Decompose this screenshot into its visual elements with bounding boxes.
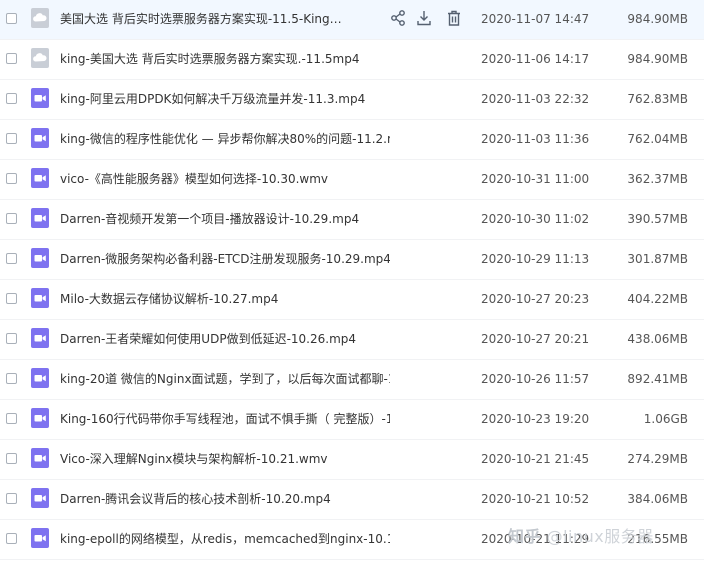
file-row[interactable]: Darren-微服务架构必备利器-ETCD注册发现服务-10.29.mp4 202…: [0, 240, 704, 280]
file-row[interactable]: king-微信的程序性能优化 — 异步帮你解决80%的问题-11.2.mp4 20…: [0, 120, 704, 160]
file-date: 2020-10-21 21:45: [481, 452, 590, 466]
file-row[interactable]: Milo-大数据云存储协议解析-10.27.mp4 2020-10-27 20:2…: [0, 280, 704, 320]
delete-icon[interactable]: [444, 7, 464, 29]
row-checkbox[interactable]: [6, 93, 17, 104]
row-checkbox[interactable]: [6, 173, 17, 184]
file-name[interactable]: king-20道 微信的Nginx面试题，学到了，以后每次面试都聊-10.24.…: [60, 371, 390, 387]
file-date: 2020-10-27 20:23: [481, 292, 590, 306]
file-size: 984.90MB: [627, 12, 688, 26]
file-row[interactable]: 美国大选 背后实时选票服务器方案实现-11.5-Kingm... 2020-11-…: [0, 0, 704, 40]
file-row[interactable]: king-20道 微信的Nginx面试题，学到了，以后每次面试都聊-10.24.…: [0, 360, 704, 400]
file-date: 2020-10-29 11:13: [481, 252, 590, 266]
video-file-icon: [31, 208, 49, 228]
file-row[interactable]: king-美国大选 背后实时选票服务器方案实现.-11.5mp4 2020-11-…: [0, 40, 704, 80]
file-date: 2020-11-06 14:17: [481, 52, 590, 66]
file-row[interactable]: vico-《高性能服务器》模型如何选择-10.30.wmv 2020-10-31 …: [0, 160, 704, 200]
video-file-icon: [31, 408, 49, 428]
file-date: 2020-11-03 22:32: [481, 92, 590, 106]
row-checkbox[interactable]: [6, 293, 17, 304]
row-checkbox[interactable]: [6, 373, 17, 384]
file-name[interactable]: Darren-王者荣耀如何使用UDP做到低延迟-10.26.mp4: [60, 331, 390, 347]
file-list: 美国大选 背后实时选票服务器方案实现-11.5-Kingm... 2020-11-…: [0, 0, 704, 560]
file-date: 2020-10-23 19:20: [481, 412, 590, 426]
file-name[interactable]: Darren-音视频开发第一个项目-播放器设计-10.29.mp4: [60, 211, 390, 227]
file-row[interactable]: Darren-音视频开发第一个项目-播放器设计-10.29.mp4 2020-10…: [0, 200, 704, 240]
file-row[interactable]: King-160行代码带你手写线程池，面试不惧手撕（ 完整版）-10.22.mp…: [0, 400, 704, 440]
share-icon[interactable]: [388, 7, 408, 29]
file-name[interactable]: Vico-深入理解Nginx模块与架构解析-10.21.wmv: [60, 451, 390, 467]
file-date: 2020-11-07 14:47: [481, 12, 590, 26]
cloud-file-icon: [31, 8, 49, 28]
watermark-text: @linux服务器: [546, 527, 654, 546]
cloud-file-icon: [31, 48, 49, 68]
video-file-icon: [31, 448, 49, 468]
watermark-logo: 知乎: [508, 527, 542, 546]
file-size: 301.87MB: [627, 252, 688, 266]
file-name[interactable]: King-160行代码带你手写线程池，面试不惧手撕（ 完整版）-10.22.mp…: [60, 411, 390, 427]
video-file-icon: [31, 328, 49, 348]
file-size: 384.06MB: [627, 492, 688, 506]
row-checkbox[interactable]: [6, 493, 17, 504]
file-date: 2020-10-27 20:21: [481, 332, 590, 346]
file-size: 1.06GB: [643, 412, 688, 426]
row-checkbox[interactable]: [6, 253, 17, 264]
row-checkbox[interactable]: [6, 53, 17, 64]
file-name[interactable]: Darren-微服务架构必备利器-ETCD注册发现服务-10.29.mp4: [60, 251, 390, 267]
file-size: 892.41MB: [627, 372, 688, 386]
row-checkbox[interactable]: [6, 133, 17, 144]
file-size: 362.37MB: [627, 172, 688, 186]
file-size: 274.29MB: [627, 452, 688, 466]
file-size: 438.06MB: [627, 332, 688, 346]
file-name[interactable]: king-美国大选 背后实时选票服务器方案实现.-11.5mp4: [60, 51, 390, 67]
video-file-icon: [31, 288, 49, 308]
row-checkbox[interactable]: [6, 413, 17, 424]
video-file-icon: [31, 128, 49, 148]
file-name[interactable]: king-epoll的网络模型，从redis，memcached到nginx-1…: [60, 531, 390, 547]
file-size: 404.22MB: [627, 292, 688, 306]
file-size: 762.04MB: [627, 132, 688, 146]
row-checkbox[interactable]: [6, 533, 17, 544]
file-name[interactable]: king-阿里云用DPDK如何解决千万级流量并发-11.3.mp4: [60, 91, 390, 107]
file-name[interactable]: king-微信的程序性能优化 — 异步帮你解决80%的问题-11.2.mp4: [60, 131, 390, 147]
video-file-icon: [31, 88, 49, 108]
file-size: 762.83MB: [627, 92, 688, 106]
video-file-icon: [31, 528, 49, 548]
file-row[interactable]: Darren-王者荣耀如何使用UDP做到低延迟-10.26.mp4 2020-10…: [0, 320, 704, 360]
file-date: 2020-10-21 10:52: [481, 492, 590, 506]
file-name[interactable]: 美国大选 背后实时选票服务器方案实现-11.5-Kingm...: [60, 11, 352, 27]
file-date: 2020-10-30 11:02: [481, 212, 590, 226]
row-checkbox[interactable]: [6, 13, 17, 24]
download-icon[interactable]: [414, 7, 434, 29]
file-row[interactable]: king-阿里云用DPDK如何解决千万级流量并发-11.3.mp4 2020-11…: [0, 80, 704, 120]
row-checkbox[interactable]: [6, 333, 17, 344]
row-checkbox[interactable]: [6, 453, 17, 464]
file-name[interactable]: Milo-大数据云存储协议解析-10.27.mp4: [60, 291, 390, 307]
video-file-icon: [31, 248, 49, 268]
file-date: 2020-11-03 11:36: [481, 132, 590, 146]
file-name[interactable]: vico-《高性能服务器》模型如何选择-10.30.wmv: [60, 171, 390, 187]
video-file-icon: [31, 168, 49, 188]
file-size: 984.90MB: [627, 52, 688, 66]
file-row[interactable]: Vico-深入理解Nginx模块与架构解析-10.21.wmv 2020-10-2…: [0, 440, 704, 480]
video-file-icon: [31, 488, 49, 508]
file-name[interactable]: Darren-腾讯会议背后的核心技术剖析-10.20.mp4: [60, 491, 390, 507]
file-size: 390.57MB: [627, 212, 688, 226]
row-checkbox[interactable]: [6, 213, 17, 224]
watermark: 知乎 @linux服务器: [508, 524, 654, 550]
file-date: 2020-10-26 11:57: [481, 372, 590, 386]
video-file-icon: [31, 368, 49, 388]
file-date: 2020-10-31 11:00: [481, 172, 590, 186]
file-row[interactable]: Darren-腾讯会议背后的核心技术剖析-10.20.mp4 2020-10-21…: [0, 480, 704, 520]
